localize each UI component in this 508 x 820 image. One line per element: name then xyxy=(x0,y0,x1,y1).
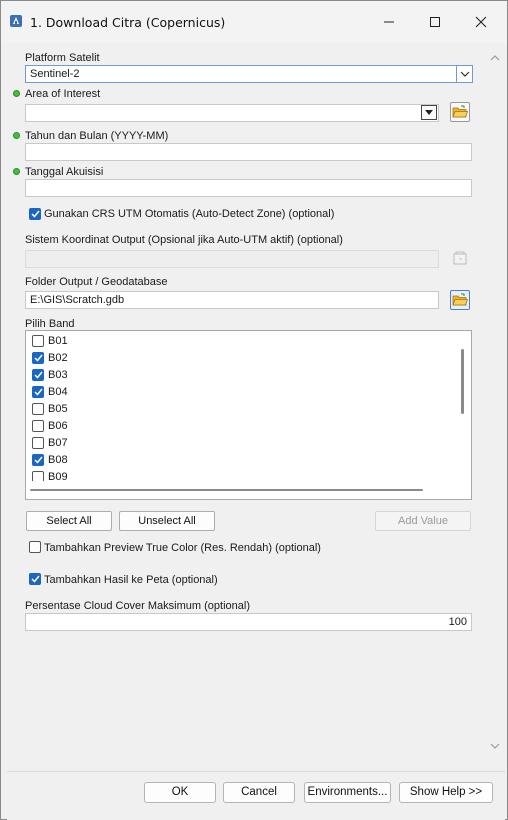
list-item[interactable]: B08 xyxy=(26,452,446,469)
cloud-cover-value: 100 xyxy=(448,616,467,628)
output-folder-label: Folder Output / Geodatabase xyxy=(25,276,168,288)
auto-utm-checkbox[interactable] xyxy=(29,208,41,220)
required-indicator xyxy=(13,132,20,139)
dialog-footer: OK Cancel Environments... Show Help >> xyxy=(7,771,505,820)
check-icon xyxy=(30,210,40,218)
scroll-up-icon[interactable] xyxy=(490,55,500,61)
output-folder-browse-button[interactable] xyxy=(450,290,470,310)
check-icon xyxy=(33,371,43,379)
app-icon xyxy=(10,15,22,27)
maximize-icon xyxy=(430,17,440,27)
acq-date-input[interactable] xyxy=(25,179,472,197)
dialog-window: 1. Download Citra (Copernicus) Platform … xyxy=(0,0,508,820)
parameters-panel: Platform Satelit Sentinel-2 Area of Inte… xyxy=(7,43,505,771)
bands-list-hscroll-thumb[interactable] xyxy=(30,489,423,491)
list-item[interactable]: B02 xyxy=(26,350,446,367)
folder-open-icon xyxy=(452,293,468,306)
title-bar[interactable]: 1. Download Citra (Copernicus) xyxy=(1,1,507,43)
check-icon xyxy=(33,456,43,464)
list-item[interactable]: B09 xyxy=(26,469,446,481)
select-all-button[interactable]: Select All xyxy=(26,511,112,531)
scroll-down-icon[interactable] xyxy=(490,743,500,749)
panel-scrollbar[interactable] xyxy=(487,43,503,771)
platform-dropdown-toggle[interactable] xyxy=(456,66,472,82)
required-indicator xyxy=(13,168,20,175)
aoi-browse-button[interactable] xyxy=(450,102,470,122)
year-month-input[interactable] xyxy=(25,143,472,161)
output-crs-input[interactable] xyxy=(25,250,439,268)
minimize-button[interactable] xyxy=(367,7,411,37)
maximize-button[interactable] xyxy=(413,7,457,37)
band-checkbox[interactable] xyxy=(32,454,44,466)
aoi-dropdown-toggle[interactable] xyxy=(421,105,437,120)
close-button[interactable] xyxy=(459,7,503,37)
required-indicator xyxy=(13,90,20,97)
list-item[interactable]: B06 xyxy=(26,418,446,435)
platform-value: Sentinel-2 xyxy=(30,68,80,80)
band-checkbox[interactable] xyxy=(32,335,44,347)
list-item[interactable]: B01 xyxy=(26,333,446,350)
band-checkbox[interactable] xyxy=(32,420,44,432)
show-help-button[interactable]: Show Help >> xyxy=(399,782,493,803)
unselect-all-button[interactable]: Unselect All xyxy=(119,511,215,531)
band-checkbox[interactable] xyxy=(32,352,44,364)
list-item[interactable]: B03 xyxy=(26,367,446,384)
band-checkbox[interactable] xyxy=(32,369,44,381)
check-icon xyxy=(30,575,40,583)
cloud-cover-input[interactable]: 100 xyxy=(25,613,472,631)
crs-picker-icon xyxy=(453,251,467,265)
chevron-down-icon xyxy=(425,110,433,115)
list-item[interactable]: B05 xyxy=(26,401,446,418)
bands-label: Pilih Band xyxy=(25,318,75,330)
band-checkbox[interactable] xyxy=(32,437,44,449)
band-checkbox[interactable] xyxy=(32,386,44,398)
acq-date-label: Tanggal Akuisisi xyxy=(25,166,104,178)
bands-list-scrollbar[interactable] xyxy=(461,349,464,414)
cloud-cover-label: Persentase Cloud Cover Maksimum (optiona… xyxy=(25,600,250,612)
check-icon xyxy=(33,388,43,396)
ok-button[interactable]: OK xyxy=(144,782,216,803)
band-checkbox[interactable] xyxy=(32,403,44,415)
minimize-icon xyxy=(384,21,394,23)
window-title: 1. Download Citra (Copernicus) xyxy=(30,15,226,30)
auto-utm-label: Gunakan CRS UTM Otomatis (Auto-Detect Zo… xyxy=(44,208,335,220)
list-item[interactable]: B04 xyxy=(26,384,446,401)
close-icon xyxy=(475,16,487,28)
bands-listbox[interactable]: B01 B02 B03 B04 B05 B06 B07 B08 B09 xyxy=(25,330,472,500)
aoi-input[interactable] xyxy=(25,104,439,122)
add-value-button[interactable]: Add Value xyxy=(375,511,471,531)
platform-dropdown[interactable]: Sentinel-2 xyxy=(25,65,473,83)
preview-label: Tambahkan Preview True Color (Res. Renda… xyxy=(44,542,321,554)
output-crs-label: Sistem Koordinat Output (Opsional jika A… xyxy=(25,234,343,246)
platform-label: Platform Satelit xyxy=(25,52,100,64)
aoi-label: Area of Interest xyxy=(25,88,101,100)
year-month-label: Tahun dan Bulan (YYYY-MM) xyxy=(25,130,169,142)
chevron-down-icon xyxy=(460,71,469,77)
folder-open-icon xyxy=(452,105,468,118)
output-folder-input[interactable]: E:\GIS\Scratch.gdb xyxy=(25,291,439,309)
crs-picker-button[interactable] xyxy=(450,248,470,268)
preview-checkbox[interactable] xyxy=(29,541,41,553)
environments-button[interactable]: Environments... xyxy=(304,782,391,803)
cancel-button[interactable]: Cancel xyxy=(223,782,295,803)
band-checkbox[interactable] xyxy=(32,471,44,481)
add-to-map-label: Tambahkan Hasil ke Peta (optional) xyxy=(44,574,218,586)
add-to-map-checkbox[interactable] xyxy=(29,573,41,585)
check-icon xyxy=(33,354,43,362)
list-item[interactable]: B07 xyxy=(26,435,446,452)
